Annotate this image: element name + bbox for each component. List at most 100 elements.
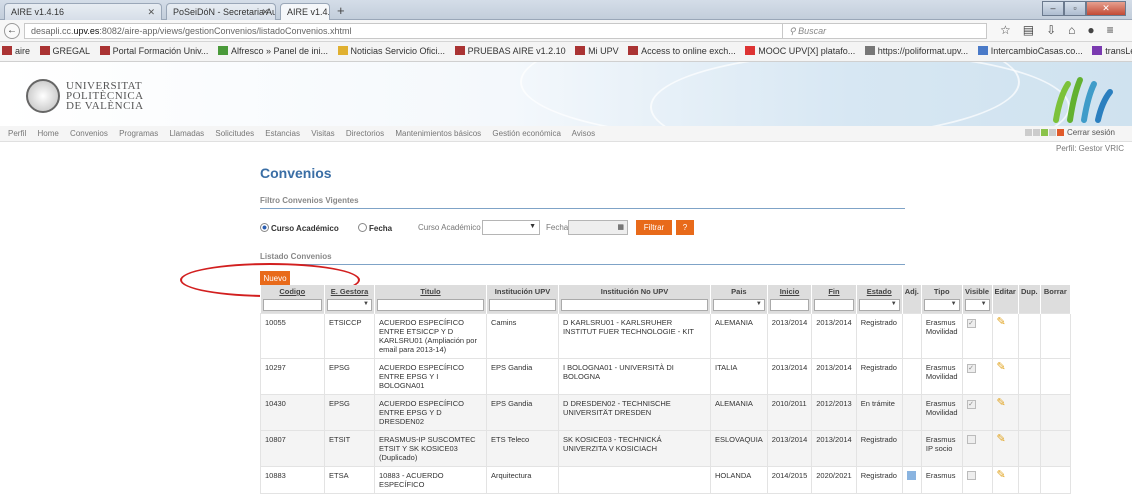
bookmark-item[interactable]: Portal Formación Univ... bbox=[99, 46, 208, 56]
menu-item-convenios[interactable]: Convenios bbox=[70, 129, 108, 138]
column-filter-input[interactable] bbox=[769, 299, 810, 311]
filtrar-button[interactable]: Filtrar bbox=[636, 220, 672, 235]
calendar-icon[interactable]: ▦ bbox=[617, 223, 624, 231]
maximize-icon[interactable]: ▫ bbox=[1064, 1, 1086, 16]
table-row: 10883 ETSA 10883 - ACUERDO ESPECÍFICO Ar… bbox=[260, 466, 1071, 494]
chat-icon[interactable]: ● bbox=[1087, 23, 1094, 37]
menu-item-mantenimientos[interactable]: Mantenimientos básicos bbox=[395, 129, 481, 138]
cell-inst-upv: Arquitectura bbox=[486, 466, 559, 494]
language-icon[interactable] bbox=[1048, 129, 1056, 136]
upv-seal-logo[interactable] bbox=[26, 79, 60, 113]
cell-inst-no-upv bbox=[558, 466, 711, 494]
menu-item-home[interactable]: Home bbox=[37, 129, 58, 138]
tab-label: AIRE v1.4.16 bbox=[287, 7, 330, 17]
bookmark-item[interactable]: GREGAL bbox=[39, 46, 90, 56]
cell-inst-upv: EPS Gandia bbox=[486, 394, 559, 431]
menu-item-directorios[interactable]: Directorios bbox=[346, 129, 384, 138]
bookmark-item[interactable]: Mi UPV bbox=[575, 46, 619, 56]
column-header: Visible ▼ bbox=[962, 285, 993, 314]
column-filter-input[interactable] bbox=[377, 299, 484, 311]
menu-item-avisos[interactable]: Avisos bbox=[572, 129, 595, 138]
help-button[interactable]: ? bbox=[676, 220, 694, 235]
cell-editar: ✎ bbox=[991, 466, 1019, 494]
visible-checkbox[interactable]: ✓ bbox=[966, 400, 976, 409]
column-filter-select[interactable]: ▼ bbox=[327, 299, 372, 311]
visible-checkbox[interactable]: ✓ bbox=[966, 364, 976, 373]
language-icon[interactable] bbox=[1040, 129, 1048, 136]
edit-pencil-icon[interactable]: ✎ bbox=[997, 316, 1006, 328]
logout-icon[interactable] bbox=[1056, 129, 1064, 136]
bookmark-item[interactable]: IntercambioCasas.co... bbox=[977, 46, 1083, 56]
close-tab-icon[interactable]: ✕ bbox=[147, 7, 155, 18]
menu-item-llamadas[interactable]: Llamadas bbox=[169, 129, 204, 138]
menu-item-programas[interactable]: Programas bbox=[119, 129, 158, 138]
logout-link[interactable]: Cerrar sesión bbox=[1067, 128, 1115, 137]
bookmark-item[interactable]: aire bbox=[2, 46, 30, 56]
column-filter-select[interactable]: ▼ bbox=[964, 299, 990, 311]
bookmark-star-icon[interactable]: ☆ bbox=[1000, 23, 1011, 37]
edit-pencil-icon[interactable]: ✎ bbox=[997, 469, 1006, 481]
home-icon[interactable]: ⌂ bbox=[1068, 23, 1075, 37]
column-header[interactable]: Estado ▼ bbox=[856, 285, 903, 314]
minimize-icon[interactable]: – bbox=[1042, 1, 1064, 16]
search-input[interactable]: ⚲ Buscar bbox=[782, 23, 987, 39]
bookmark-item[interactable]: MOOC UPV[X] platafo... bbox=[745, 46, 855, 56]
cell-editar: ✎ bbox=[991, 313, 1019, 359]
radio-curso-academico[interactable]: Curso Académico bbox=[260, 223, 339, 233]
column-filter-select[interactable]: ▼ bbox=[713, 299, 765, 311]
column-header[interactable]: Inicio bbox=[767, 285, 813, 314]
bookmark-item[interactable]: Access to online exch... bbox=[628, 46, 736, 56]
visible-checkbox[interactable]: ✓ bbox=[966, 319, 976, 328]
edit-pencil-icon[interactable]: ✎ bbox=[997, 433, 1006, 445]
close-window-icon[interactable]: ✕ bbox=[1086, 1, 1126, 16]
edit-pencil-icon[interactable]: ✎ bbox=[997, 361, 1006, 373]
bookmark-favicon-icon bbox=[337, 46, 348, 55]
browser-tab-1[interactable]: AIRE v1.4.16 ✕ bbox=[4, 3, 162, 20]
bookmark-item[interactable]: transLectures | media ... bbox=[1092, 46, 1132, 56]
close-tab-icon[interactable]: ✕ bbox=[261, 7, 269, 18]
list-section-title: Listado Convenios bbox=[260, 252, 332, 261]
bookmark-item[interactable]: Noticias Servicio Ofici... bbox=[337, 46, 445, 56]
visible-checkbox[interactable] bbox=[966, 435, 976, 444]
browser-tab-2[interactable]: PoSeiDóN - Secretaria Aut... ✕ bbox=[166, 3, 276, 20]
menu-item-perfil[interactable]: Perfil bbox=[8, 129, 26, 138]
cell-inst-no-upv: D DRESDEN02 - TECHNISCHE UNIVERSITÄT DRE… bbox=[558, 394, 711, 431]
column-header[interactable]: Titulo bbox=[374, 285, 487, 314]
table-row: 10807 ETSIT ERASMUS-IP SUSCOMTEC ETSIT Y… bbox=[260, 430, 1071, 467]
curso-academico-select[interactable]: ▼ bbox=[482, 220, 540, 235]
menu-item-solicitudes[interactable]: Solicitudes bbox=[215, 129, 254, 138]
column-filter-input[interactable] bbox=[814, 299, 854, 311]
new-tab-icon[interactable]: + bbox=[337, 3, 345, 18]
bookmark-item[interactable]: PRUEBAS AIRE v1.2.10 bbox=[454, 46, 566, 56]
column-filter-input[interactable] bbox=[262, 299, 322, 311]
hamburger-menu-icon[interactable]: ≡ bbox=[1107, 23, 1114, 37]
edit-pencil-icon[interactable]: ✎ bbox=[997, 397, 1006, 409]
attachment-icon[interactable] bbox=[906, 471, 916, 480]
column-filter-input[interactable] bbox=[489, 299, 556, 311]
language-icon[interactable] bbox=[1024, 129, 1032, 136]
convenios-table: Codigo E. Gestora ▼ Titulo Institución UP… bbox=[260, 285, 1071, 494]
column-filter-select[interactable]: ▼ bbox=[923, 299, 960, 311]
browser-tab-3[interactable]: AIRE v1.4.16 bbox=[280, 3, 330, 20]
menu-item-estancias[interactable]: Estancias bbox=[265, 129, 300, 138]
language-icon[interactable] bbox=[1032, 129, 1040, 136]
fecha-input[interactable]: ▦ bbox=[568, 220, 628, 235]
menu-item-visitas[interactable]: Visitas bbox=[311, 129, 334, 138]
bookmark-item[interactable]: Alfresco » Panel de ini... bbox=[217, 46, 328, 56]
reading-list-icon[interactable]: ▤ bbox=[1023, 23, 1034, 37]
download-icon[interactable]: ⇩ bbox=[1046, 23, 1056, 37]
bookmark-item[interactable]: https://poliformat.upv... bbox=[864, 46, 968, 56]
column-filter-input[interactable] bbox=[561, 299, 708, 311]
menu-item-gestion-economica[interactable]: Gestión económica bbox=[492, 129, 560, 138]
site-header: UNIVERSITAT POLITÈCNICA DE VALÈNCIA bbox=[0, 62, 1132, 126]
address-bar[interactable]: desapli.cc.upv.es:8082/aire-app/views/ge… bbox=[24, 23, 844, 39]
column-header[interactable]: Fin bbox=[811, 285, 857, 314]
column-header[interactable]: E. Gestora ▼ bbox=[324, 285, 375, 314]
back-arrow-icon[interactable]: ← bbox=[4, 23, 20, 39]
column-filter-select[interactable]: ▼ bbox=[858, 299, 900, 311]
upv-logo-text[interactable]: UNIVERSITAT POLITÈCNICA DE VALÈNCIA bbox=[66, 81, 144, 112]
visible-checkbox[interactable] bbox=[966, 471, 976, 480]
cell-gestora: EPSG bbox=[324, 358, 375, 395]
column-header[interactable]: Codigo bbox=[260, 285, 325, 314]
radio-fecha[interactable]: Fecha bbox=[358, 223, 392, 233]
